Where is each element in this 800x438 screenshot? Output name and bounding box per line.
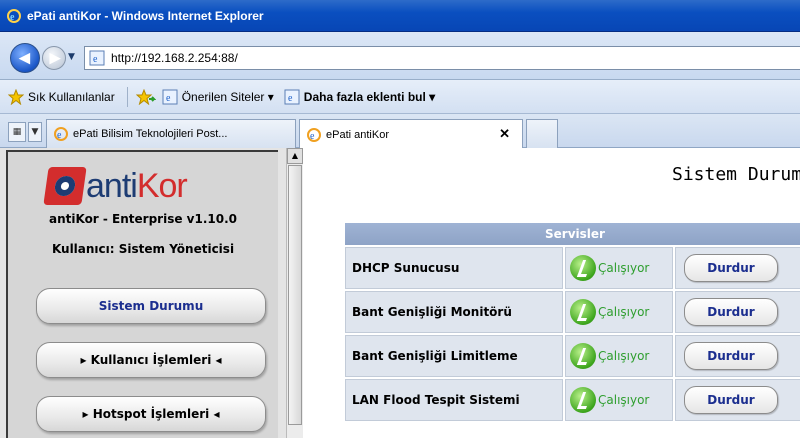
stop-button[interactable]: Durdur (684, 342, 778, 370)
service-status: Çalışıyor (565, 335, 673, 377)
service-status: Çalışıyor (565, 379, 673, 421)
page-content: anti Kor antiKor - Enterprise v1.10.0 Kul… (0, 148, 800, 438)
more-addons-label: Daha fazla eklenti bul ▾ (303, 89, 436, 104)
svg-text:e: e (310, 131, 315, 142)
svg-text:e: e (57, 130, 62, 141)
service-name: LAN Flood Tespit Sistemi (345, 379, 563, 421)
tab-epati-antikor[interactable]: e ePati antiKor ✕ (299, 119, 523, 149)
recent-pages-dropdown-icon[interactable]: ▼ (68, 52, 75, 62)
antikor-logo: anti Kor (43, 166, 188, 206)
tab-label: ePati Bilisim Teknolojileri Post... (73, 128, 228, 140)
current-user: Kullanıcı: Sistem Yöneticisi (51, 242, 235, 256)
ie-logo-icon: e (54, 127, 68, 141)
service-status: Çalışıyor (565, 291, 673, 333)
tab-label: ePati antiKor (326, 128, 389, 141)
back-button[interactable]: ◀ (10, 43, 40, 73)
menu-sistem-durumu[interactable]: Sistem Durumu (36, 288, 266, 324)
menu-hotspot-islemleri[interactable]: ▸ Hotspot İşlemleri ◂ (36, 396, 266, 432)
logo-text-kor: Kor (136, 166, 188, 205)
tab-epati-bilisim[interactable]: e ePati Bilisim Teknolojileri Post... (46, 119, 296, 148)
menu-kullanici-islemleri[interactable]: ▸ Kullanıcı İşlemleri ◂ (36, 342, 266, 378)
sidebar-scrollbar[interactable]: ▲ (286, 148, 303, 438)
service-name: Bant Genişliği Monitörü (345, 291, 563, 333)
service-action-cell: Durdur (675, 335, 800, 377)
service-name: DHCP Sunucusu (345, 247, 563, 289)
service-action-cell: Durdur (675, 291, 800, 333)
status-label: Çalışıyor (598, 349, 650, 363)
table-row: Bant Genişliği Limitleme Çalışıyor Durdu… (345, 335, 800, 377)
forward-button[interactable]: ▶ (42, 46, 66, 70)
quick-tabs-button[interactable]: ▦ (8, 122, 26, 142)
services-header: Servisler (345, 223, 800, 245)
service-status: Çalışıyor (565, 247, 673, 289)
grid-icon: ▦ (12, 127, 22, 137)
favorites-bar: Sık Kullanılanlar e Önerilen Siteler ▾ e… (0, 80, 800, 114)
logo-text-anti: anti (86, 166, 138, 205)
tab-bar: ▦ ▼ e ePati Bilisim Teknolojileri Post..… (0, 114, 800, 149)
close-tab-icon[interactable]: ✕ (499, 126, 510, 142)
stop-button[interactable]: Durdur (684, 298, 778, 326)
page-title: Sistem Durumu (672, 164, 800, 185)
service-action-cell: Durdur (675, 379, 800, 421)
table-row: DHCP Sunucusu Çalışıyor Durdur (345, 247, 800, 289)
running-icon (570, 343, 596, 369)
add-favorite-icon[interactable] (135, 88, 156, 105)
running-icon (570, 255, 596, 281)
star-icon (8, 88, 24, 105)
more-addons-link[interactable]: e Daha fazla eklenti bul ▾ (284, 89, 435, 105)
status-label: Çalışıyor (598, 261, 650, 275)
running-icon (570, 299, 596, 325)
service-action-cell: Durdur (675, 247, 800, 289)
running-icon (570, 387, 596, 413)
ie-logo-icon: e (307, 127, 321, 142)
ie-logo-icon: e (7, 8, 21, 23)
table-row: Bant Genişliği Monitörü Çalışıyor Durdur (345, 291, 800, 333)
address-url: http://192.168.2.254:88/ (111, 51, 238, 65)
window-title-bar: e ePati antiKor - Windows Internet Explo… (0, 0, 800, 32)
product-version: antiKor - Enterprise v1.10.0 (48, 212, 238, 226)
suggested-sites-label: Önerilen Siteler ▾ (181, 89, 274, 104)
svg-text:e: e (93, 54, 98, 65)
favorites-label: Sık Kullanılanlar (28, 89, 115, 104)
arrow-right-icon: ▶ (49, 48, 61, 67)
address-bar-area: ◀ ▶ ▼ e http://192.168.2.254:88/ (0, 32, 800, 80)
ie-page-icon: e (162, 89, 178, 104)
suggested-sites-link[interactable]: e Önerilen Siteler ▾ (162, 89, 274, 105)
table-row: LAN Flood Tespit Sistemi Çalışıyor Durdu… (345, 379, 800, 421)
scroll-thumb[interactable] (288, 165, 302, 425)
sidebar: anti Kor antiKor - Enterprise v1.10.0 Kul… (6, 150, 278, 438)
new-tab-button[interactable] (526, 119, 558, 148)
service-name: Bant Genişliği Limitleme (345, 335, 563, 377)
window-title: ePati antiKor - Windows Internet Explore… (27, 8, 264, 23)
tab-list-button[interactable]: ▼ (28, 122, 42, 142)
status-label: Çalışıyor (598, 305, 650, 319)
arrow-left-icon: ◀ (18, 48, 31, 67)
stop-button[interactable]: Durdur (684, 254, 778, 282)
scroll-up-icon[interactable]: ▲ (287, 148, 303, 164)
separator (126, 86, 128, 107)
chevron-down-icon: ▼ (31, 127, 39, 137)
page-icon: e (89, 50, 105, 66)
status-label: Çalışıyor (598, 393, 650, 407)
logo-mark-icon (43, 167, 87, 205)
address-input[interactable]: e http://192.168.2.254:88/ (84, 46, 800, 70)
favorites-button[interactable]: Sık Kullanılanlar (8, 88, 115, 105)
svg-text:e: e (166, 93, 171, 104)
ie-page-icon: e (284, 89, 300, 104)
left-frame: anti Kor antiKor - Enterprise v1.10.0 Kul… (0, 148, 303, 438)
svg-text:e: e (288, 93, 293, 104)
services-table: Servisler DHCP Sunucusu Çalışıyor Durdur… (345, 223, 800, 421)
stop-button[interactable]: Durdur (684, 386, 778, 414)
svg-text:e: e (10, 12, 15, 23)
